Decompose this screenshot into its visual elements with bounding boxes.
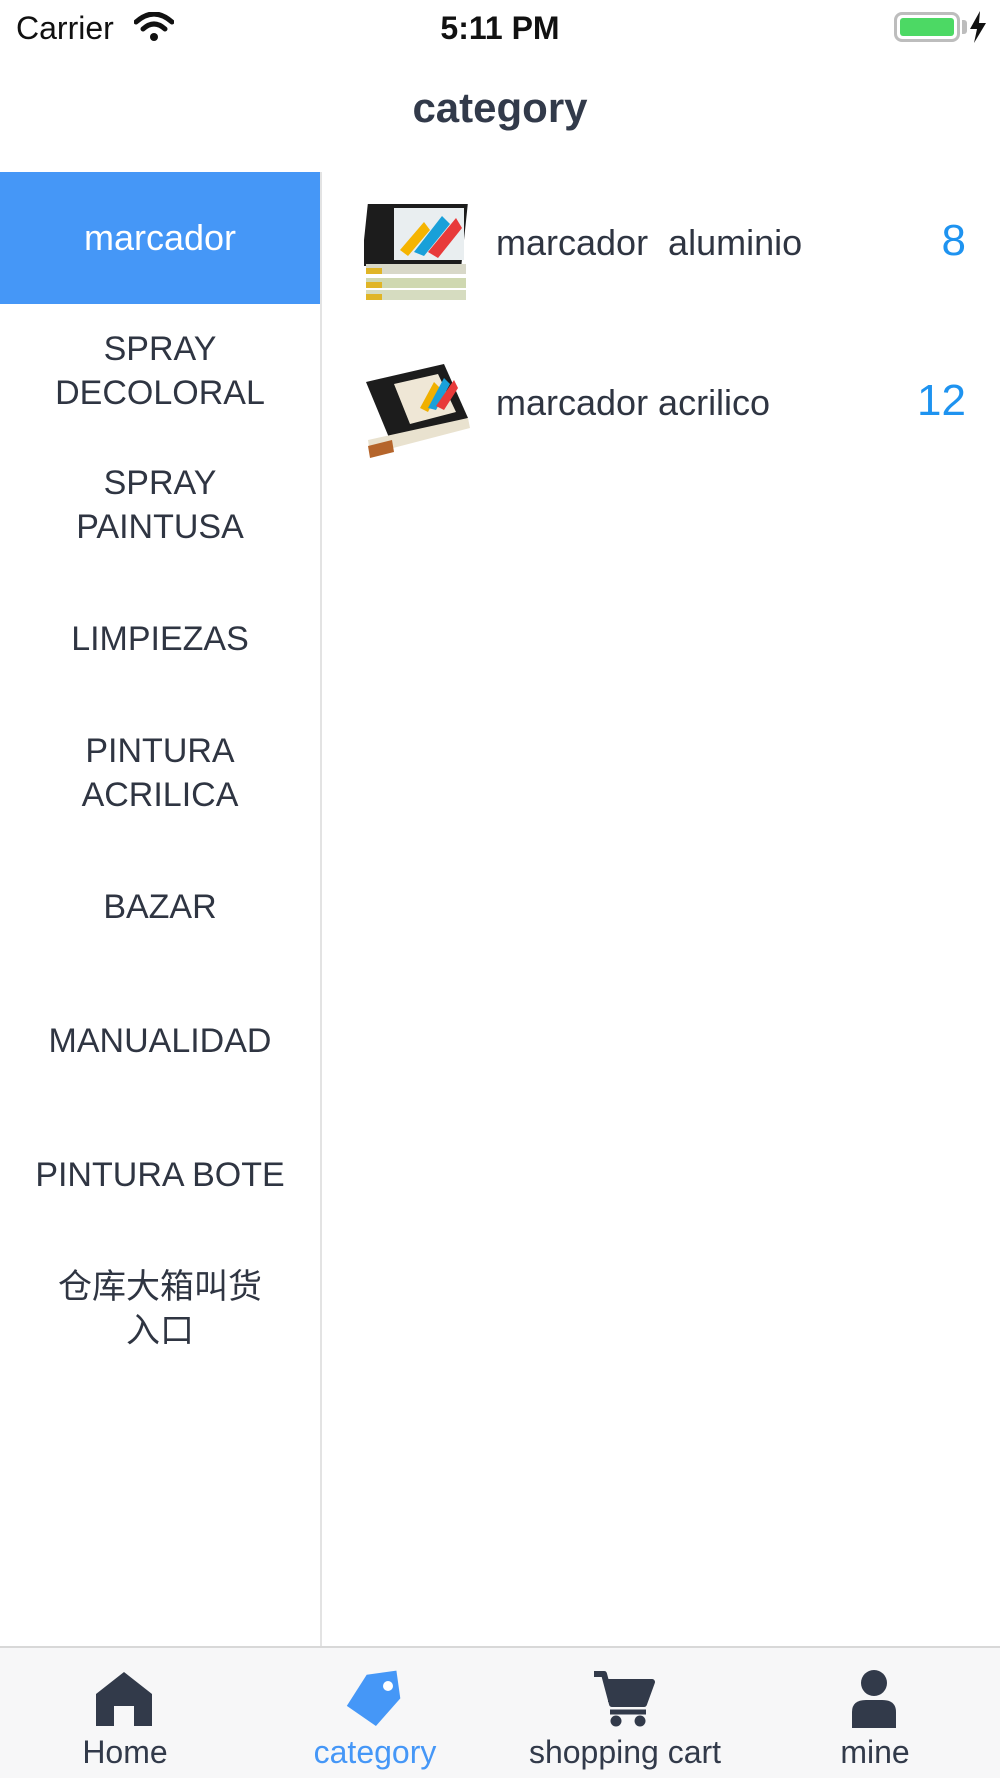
tab-category[interactable]: category: [250, 1648, 500, 1778]
tab-label: category: [313, 1734, 437, 1770]
sidebar-item-bazar[interactable]: BAZAR: [0, 840, 320, 974]
sidebar-item-warehouse[interactable]: 仓库大箱叫货入口: [0, 1242, 320, 1376]
person-icon: [852, 1670, 896, 1728]
sidebar-item-label: SPRAY PAINTUSA: [76, 464, 244, 546]
status-time: 5:11 PM: [440, 10, 560, 46]
tab-mine[interactable]: mine: [750, 1648, 1000, 1778]
tab-home[interactable]: Home: [0, 1648, 250, 1778]
sidebar-item-label: MANUALIDAD: [48, 1022, 272, 1060]
charging-icon: [970, 11, 986, 43]
tab-label: mine: [840, 1734, 910, 1770]
sidebar-item-label: PINTURA ACRILICA: [81, 732, 239, 814]
tab-label: Home: [82, 1734, 168, 1770]
tab-label: shopping cart: [528, 1734, 722, 1770]
sidebar-item-label: marcador: [83, 217, 237, 258]
product-name: marcador aluminio: [496, 222, 803, 263]
battery-icon: [894, 12, 960, 42]
sidebar-item-pintura-bote[interactable]: PINTURA BOTE: [0, 1108, 320, 1242]
home-icon: [96, 1672, 152, 1726]
product-count: 12: [917, 376, 966, 425]
screen: Carrier 5:11 PM category marcador SPRAY …: [0, 0, 1000, 1778]
tab-shopping-cart[interactable]: shopping cart: [500, 1648, 750, 1778]
marker-box-image: [366, 364, 470, 458]
sidebar-item-limpiezas[interactable]: LIMPIEZAS: [0, 572, 320, 706]
sidebar-item-spray-decoloral[interactable]: SPRAY DECOLORAL: [0, 304, 320, 438]
list-item[interactable]: marcador aluminio 8: [324, 172, 1000, 312]
product-name: marcador acrilico: [496, 382, 771, 423]
category-sidebar: marcador SPRAY DECOLORAL SPRAY PAINTUSA …: [0, 172, 322, 1646]
product-count: 8: [941, 216, 966, 265]
sidebar-item-label: LIMPIEZAS: [71, 620, 249, 658]
sidebar-item-label: 仓库大箱叫货入口: [58, 1267, 262, 1351]
sidebar-item-label: BAZAR: [103, 888, 217, 926]
page-title: category: [412, 84, 588, 131]
sidebar-item-label: PINTURA BOTE: [35, 1156, 285, 1194]
tab-bar: Home category shopping cart mine: [0, 1646, 1000, 1778]
sidebar-item-pintura-acrilica[interactable]: PINTURA ACRILICA: [0, 706, 320, 840]
sidebar-item-manualidad[interactable]: MANUALIDAD: [0, 974, 320, 1108]
subcategory-list: marcador aluminio 8 marcador acrilico 12: [324, 172, 1000, 1646]
list-item[interactable]: marcador acrilico 12: [324, 332, 1000, 472]
status-bar: Carrier 5:11 PM: [0, 0, 1000, 56]
marker-box-image: [364, 204, 468, 300]
sidebar-item-spray-paintusa[interactable]: SPRAY PAINTUSA: [0, 438, 320, 572]
sidebar-item-label: SPRAY DECOLORAL: [55, 330, 265, 412]
sidebar-item-marcador[interactable]: marcador: [0, 172, 320, 304]
cart-icon: [594, 1671, 655, 1727]
tag-icon: [346, 1670, 401, 1727]
